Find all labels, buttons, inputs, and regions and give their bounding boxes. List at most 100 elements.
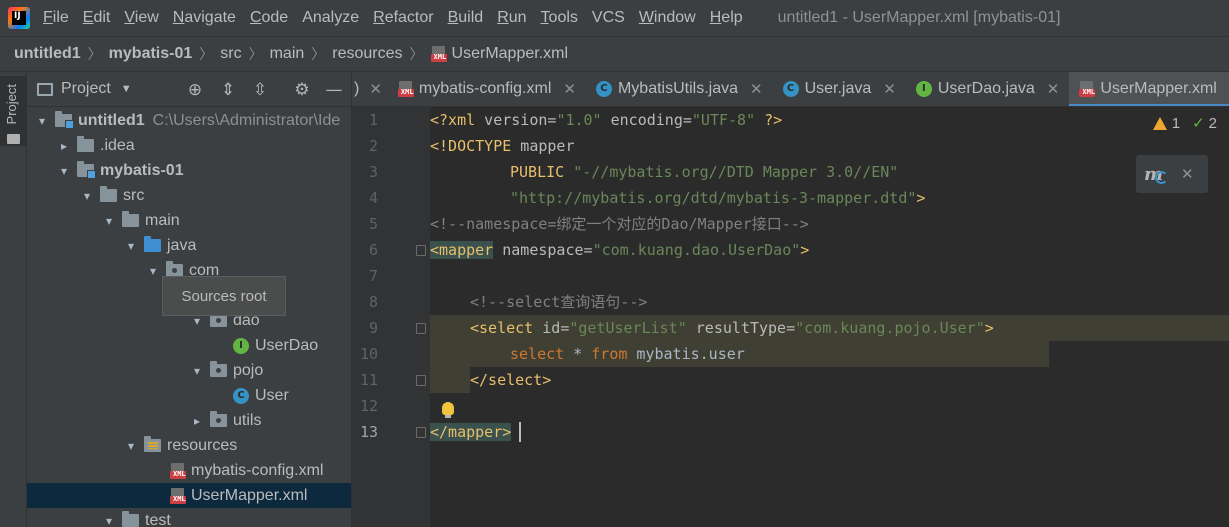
close-icon[interactable]: ✕ bbox=[750, 80, 763, 98]
fold-marker-icon[interactable] bbox=[416, 427, 426, 438]
close-icon[interactable]: ✕ bbox=[369, 80, 382, 98]
collapse-all-icon[interactable]: ⇳ bbox=[250, 80, 270, 100]
menu-analyze[interactable]: Analyze bbox=[295, 9, 366, 27]
line-number: 8 bbox=[368, 293, 378, 311]
code-line: <!DOCTYPE mapper bbox=[430, 137, 575, 155]
package-icon bbox=[210, 411, 227, 427]
inspection-widget[interactable]: 1 ✓ 2 bbox=[1152, 114, 1217, 132]
menu-vcs[interactable]: VCS bbox=[585, 9, 632, 27]
fold-marker-icon[interactable] bbox=[416, 323, 426, 334]
lightbulb-icon[interactable] bbox=[442, 402, 454, 418]
menu-code[interactable]: Code bbox=[243, 9, 295, 27]
expand-all-icon[interactable]: ⇕ bbox=[218, 80, 238, 100]
close-icon[interactable]: ✕ bbox=[1047, 80, 1060, 98]
tree-item-untitled1[interactable]: ▾ untitled1 C:\Users\Administrator\Ide bbox=[27, 108, 351, 133]
chevron-down-icon[interactable]: ▾ bbox=[190, 364, 204, 378]
menu-help[interactable]: Help bbox=[703, 9, 750, 27]
tree-item-usermapper[interactable]: XML UserMapper.xml bbox=[27, 483, 351, 508]
mybatis-plugin-popup: m ✕ bbox=[1136, 155, 1208, 193]
close-icon[interactable]: ✕ bbox=[1181, 165, 1194, 183]
close-icon[interactable]: ✕ bbox=[883, 80, 896, 98]
text-caret bbox=[519, 422, 521, 442]
tree-item-idea[interactable]: ▸ .idea bbox=[27, 133, 351, 158]
chevron-down-icon[interactable]: ▾ bbox=[57, 164, 71, 178]
tab-mybatisutils[interactable]: C MybatisUtils.java ✕ bbox=[586, 72, 773, 106]
chevron-down-icon[interactable]: ▾ bbox=[124, 439, 138, 453]
tree-item-mybatis-01[interactable]: ▾ mybatis-01 bbox=[27, 158, 351, 183]
menu-view[interactable]: View bbox=[117, 9, 165, 27]
tab-mybatis-config[interactable]: XML mybatis-config.xml ✕ bbox=[388, 72, 586, 106]
tree-item-main[interactable]: ▾ main bbox=[27, 208, 351, 233]
editor-gutter[interactable]: 1 2 3 4 5 6 7 8 9 10 11 12 13 bbox=[352, 107, 430, 527]
mybatis-reload-icon[interactable]: m bbox=[1144, 164, 1169, 185]
tree-item-test[interactable]: ▾ test bbox=[27, 508, 351, 527]
tree-item-user[interactable]: C User bbox=[27, 383, 351, 408]
tab-usermapper[interactable]: XML UserMapper.xml ✕ bbox=[1069, 72, 1229, 106]
breadcrumb-item[interactable]: src bbox=[220, 45, 241, 63]
warning-icon bbox=[1152, 116, 1167, 130]
interface-icon: I bbox=[915, 81, 932, 97]
line-number: 10 bbox=[359, 345, 378, 363]
chevron-right-icon[interactable]: ▸ bbox=[190, 414, 204, 428]
code-line: <mapper namespace="com.kuang.dao.UserDao… bbox=[430, 241, 810, 259]
tree-item-pojo[interactable]: ▾ pojo bbox=[27, 358, 351, 383]
breadcrumb-item[interactable]: main bbox=[270, 45, 305, 63]
menu-file[interactable]: File bbox=[36, 9, 76, 27]
tab-overflow[interactable]: ) ✕ bbox=[352, 72, 388, 106]
chevron-down-icon[interactable]: ▾ bbox=[80, 189, 94, 203]
chevron-down-icon[interactable]: ▾ bbox=[35, 114, 49, 128]
left-tool-stripe: Project bbox=[0, 72, 27, 527]
menu-build[interactable]: Build bbox=[441, 9, 491, 27]
gear-icon[interactable]: ⚙ bbox=[292, 80, 312, 100]
tree-item-utils[interactable]: ▸ utils bbox=[27, 408, 351, 433]
xml-file-icon: XML bbox=[170, 462, 186, 479]
tree-item-path: C:\Users\Administrator\Ide bbox=[152, 111, 341, 129]
menu-refactor[interactable]: Refactor bbox=[366, 9, 440, 27]
breadcrumb: untitled1 〉 mybatis-01 〉 src 〉 main 〉 re… bbox=[0, 36, 1229, 72]
tree-item-src[interactable]: ▾ src bbox=[27, 183, 351, 208]
hide-panel-icon[interactable]: — bbox=[324, 80, 344, 100]
chevron-right-icon: 〉 bbox=[311, 46, 326, 62]
breadcrumb-item[interactable]: UserMapper.xml bbox=[452, 45, 568, 63]
tree-item-label: untitled1 bbox=[78, 111, 145, 129]
tree-item-resources[interactable]: ▾ resources bbox=[27, 433, 351, 458]
source-folder-icon bbox=[144, 236, 161, 252]
menu-run[interactable]: Run bbox=[490, 9, 533, 27]
menu-tools[interactable]: Tools bbox=[534, 9, 585, 27]
chevron-down-icon[interactable]: ▾ bbox=[102, 214, 116, 228]
tab-user[interactable]: C User.java ✕ bbox=[773, 72, 906, 106]
tree-item-label: pojo bbox=[233, 361, 264, 379]
chevron-down-icon[interactable]: ▼ bbox=[121, 83, 132, 95]
folder-icon bbox=[100, 186, 117, 202]
menu-window[interactable]: Window bbox=[632, 9, 703, 27]
code-editor[interactable]: <?xml version="1.0" encoding="UTF-8" ?> … bbox=[430, 107, 1229, 527]
package-icon bbox=[210, 361, 227, 377]
locate-file-icon[interactable]: ⊕ bbox=[185, 80, 205, 100]
tree-item-label: .idea bbox=[100, 136, 135, 154]
tab-userdao[interactable]: I UserDao.java ✕ bbox=[906, 72, 1070, 106]
chevron-right-icon: 〉 bbox=[199, 46, 214, 62]
tree-item-userdao[interactable]: I UserDao bbox=[27, 333, 351, 358]
fold-marker-icon[interactable] bbox=[416, 245, 426, 256]
chevron-right-icon: 〉 bbox=[87, 46, 102, 62]
chevron-right-icon[interactable]: ▸ bbox=[57, 139, 71, 153]
menu-navigate[interactable]: Navigate bbox=[166, 9, 243, 27]
breadcrumb-item[interactable]: untitled1 bbox=[14, 45, 81, 63]
fold-marker-icon[interactable] bbox=[416, 375, 426, 386]
breadcrumb-item[interactable]: resources bbox=[332, 45, 402, 63]
tree-item-java[interactable]: ▾ java bbox=[27, 233, 351, 258]
menu-edit[interactable]: Edit bbox=[76, 9, 118, 27]
folder-icon bbox=[122, 211, 139, 227]
tree-item-label: test bbox=[145, 511, 171, 527]
tree-item-mybatis-config[interactable]: XML mybatis-config.xml bbox=[27, 458, 351, 483]
chevron-down-icon[interactable]: ▾ bbox=[124, 239, 138, 253]
module-folder-icon bbox=[77, 161, 96, 179]
tree-item-label: main bbox=[145, 211, 180, 229]
chevron-down-icon[interactable]: ▾ bbox=[146, 264, 160, 278]
menu-bar: IJ File Edit View Navigate Code Analyze … bbox=[0, 0, 1229, 36]
breadcrumb-item[interactable]: mybatis-01 bbox=[109, 45, 193, 63]
project-tool-button[interactable]: Project bbox=[0, 76, 27, 146]
chevron-down-icon[interactable]: ▾ bbox=[102, 514, 116, 527]
close-icon[interactable]: ✕ bbox=[563, 80, 576, 98]
project-view-selector[interactable]: Project bbox=[61, 80, 111, 98]
